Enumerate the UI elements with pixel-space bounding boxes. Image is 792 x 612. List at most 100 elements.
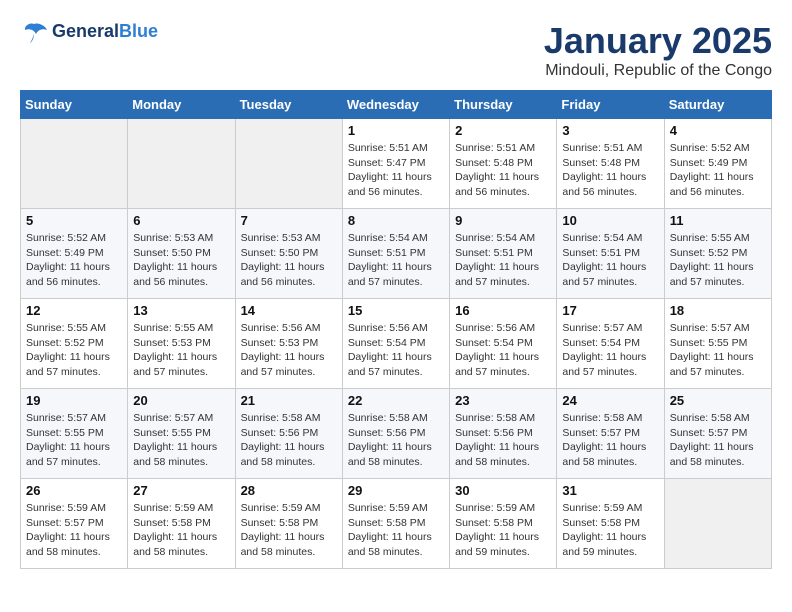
day-number: 10: [562, 213, 658, 228]
calendar-cell: 18 Sunrise: 5:57 AM Sunset: 5:55 PM Dayli…: [664, 299, 771, 389]
month-title: January 2025: [544, 20, 772, 62]
logo: GeneralBlue: [20, 20, 158, 44]
calendar-cell: 1 Sunrise: 5:51 AM Sunset: 5:47 PM Daylig…: [342, 119, 449, 209]
day-info: Sunrise: 5:58 AM Sunset: 5:56 PM Dayligh…: [455, 411, 551, 470]
calendar-cell: 14 Sunrise: 5:56 AM Sunset: 5:53 PM Dayli…: [235, 299, 342, 389]
calendar-cell: [664, 479, 771, 569]
day-number: 27: [133, 483, 229, 498]
calendar-cell: 26Sunrise: 5:59 AM Sunset: 5:57 PM Dayli…: [21, 479, 128, 569]
day-number: 24: [562, 393, 658, 408]
calendar-cell: 19 Sunrise: 5:57 AM Sunset: 5:55 PM Dayli…: [21, 389, 128, 479]
calendar-cell: 31 Sunrise: 5:59 AM Sunset: 5:58 PM Dayli…: [557, 479, 664, 569]
day-info: Sunrise: 5:54 AM Sunset: 5:51 PM Dayligh…: [348, 231, 444, 290]
col-header-thursday: Thursday: [450, 91, 557, 119]
calendar-cell: 20 Sunrise: 5:57 AM Sunset: 5:55 PM Dayli…: [128, 389, 235, 479]
day-number: 19: [26, 393, 122, 408]
location-subtitle: Mindouli, Republic of the Congo: [544, 62, 772, 80]
day-info: Sunrise: 5:55 AM Sunset: 5:53 PM Dayligh…: [133, 321, 229, 380]
calendar-week-row: 12 Sunrise: 5:55 AM Sunset: 5:52 PM Dayli…: [21, 299, 772, 389]
day-number: 8: [348, 213, 444, 228]
calendar-cell: 17 Sunrise: 5:57 AM Sunset: 5:54 PM Dayli…: [557, 299, 664, 389]
day-info: Sunrise: 5:55 AM Sunset: 5:52 PM Dayligh…: [670, 231, 766, 290]
day-info: Sunrise: 5:59 AM Sunset: 5:58 PM Dayligh…: [455, 501, 551, 560]
day-number: 20: [133, 393, 229, 408]
day-number: 14: [241, 303, 337, 318]
day-info: Sunrise: 5:57 AM Sunset: 5:55 PM Dayligh…: [133, 411, 229, 470]
day-info: Sunrise: 5:58 AM Sunset: 5:56 PM Dayligh…: [348, 411, 444, 470]
calendar-cell: 9 Sunrise: 5:54 AM Sunset: 5:51 PM Daylig…: [450, 209, 557, 299]
day-info: Sunrise: 5:57 AM Sunset: 5:55 PM Dayligh…: [26, 411, 122, 470]
col-header-saturday: Saturday: [664, 91, 771, 119]
day-number: 9: [455, 213, 551, 228]
day-info: Sunrise: 5:57 AM Sunset: 5:54 PM Dayligh…: [562, 321, 658, 380]
day-number: 1: [348, 123, 444, 138]
day-info: Sunrise: 5:53 AM Sunset: 5:50 PM Dayligh…: [133, 231, 229, 290]
day-number: 13: [133, 303, 229, 318]
calendar-cell: 13 Sunrise: 5:55 AM Sunset: 5:53 PM Dayli…: [128, 299, 235, 389]
day-info: Sunrise: 5:59 AM Sunset: 5:58 PM Dayligh…: [562, 501, 658, 560]
day-info: Sunrise: 5:56 AM Sunset: 5:53 PM Dayligh…: [241, 321, 337, 380]
calendar-week-row: 26Sunrise: 5:59 AM Sunset: 5:57 PM Dayli…: [21, 479, 772, 569]
calendar-cell: 10 Sunrise: 5:54 AM Sunset: 5:51 PM Dayli…: [557, 209, 664, 299]
day-number: 31: [562, 483, 658, 498]
calendar-cell: 4Sunrise: 5:52 AM Sunset: 5:49 PM Daylig…: [664, 119, 771, 209]
day-number: 12: [26, 303, 122, 318]
calendar-cell: 5 Sunrise: 5:52 AM Sunset: 5:49 PM Daylig…: [21, 209, 128, 299]
calendar-cell: 6 Sunrise: 5:53 AM Sunset: 5:50 PM Daylig…: [128, 209, 235, 299]
title-section: January 2025 Mindouli, Republic of the C…: [544, 20, 772, 80]
calendar-cell: [21, 119, 128, 209]
day-info: Sunrise: 5:56 AM Sunset: 5:54 PM Dayligh…: [348, 321, 444, 380]
day-info: Sunrise: 5:51 AM Sunset: 5:48 PM Dayligh…: [562, 141, 658, 200]
day-info: Sunrise: 5:51 AM Sunset: 5:48 PM Dayligh…: [455, 141, 551, 200]
logo-icon: [20, 20, 48, 44]
day-number: 29: [348, 483, 444, 498]
col-header-wednesday: Wednesday: [342, 91, 449, 119]
day-number: 18: [670, 303, 766, 318]
calendar-cell: 27Sunrise: 5:59 AM Sunset: 5:58 PM Dayli…: [128, 479, 235, 569]
day-info: Sunrise: 5:54 AM Sunset: 5:51 PM Dayligh…: [562, 231, 658, 290]
day-number: 25: [670, 393, 766, 408]
day-info: Sunrise: 5:59 AM Sunset: 5:58 PM Dayligh…: [348, 501, 444, 560]
calendar-cell: [235, 119, 342, 209]
day-info: Sunrise: 5:55 AM Sunset: 5:52 PM Dayligh…: [26, 321, 122, 380]
day-info: Sunrise: 5:53 AM Sunset: 5:50 PM Dayligh…: [241, 231, 337, 290]
calendar-cell: 7 Sunrise: 5:53 AM Sunset: 5:50 PM Daylig…: [235, 209, 342, 299]
day-number: 30: [455, 483, 551, 498]
col-header-tuesday: Tuesday: [235, 91, 342, 119]
calendar-cell: 8 Sunrise: 5:54 AM Sunset: 5:51 PM Daylig…: [342, 209, 449, 299]
day-info: Sunrise: 5:52 AM Sunset: 5:49 PM Dayligh…: [670, 141, 766, 200]
day-number: 28: [241, 483, 337, 498]
calendar-cell: 23 Sunrise: 5:58 AM Sunset: 5:56 PM Dayli…: [450, 389, 557, 479]
logo-text: GeneralBlue: [52, 22, 158, 42]
day-info: Sunrise: 5:57 AM Sunset: 5:55 PM Dayligh…: [670, 321, 766, 380]
day-number: 16: [455, 303, 551, 318]
day-info: Sunrise: 5:58 AM Sunset: 5:56 PM Dayligh…: [241, 411, 337, 470]
day-number: 23: [455, 393, 551, 408]
calendar-cell: 2 Sunrise: 5:51 AM Sunset: 5:48 PM Daylig…: [450, 119, 557, 209]
calendar-cell: 28 Sunrise: 5:59 AM Sunset: 5:58 PM Dayli…: [235, 479, 342, 569]
calendar-cell: 22 Sunrise: 5:58 AM Sunset: 5:56 PM Dayli…: [342, 389, 449, 479]
col-header-monday: Monday: [128, 91, 235, 119]
calendar-cell: 29 Sunrise: 5:59 AM Sunset: 5:58 PM Dayli…: [342, 479, 449, 569]
calendar-cell: 25Sunrise: 5:58 AM Sunset: 5:57 PM Dayli…: [664, 389, 771, 479]
day-number: 2: [455, 123, 551, 138]
page-header: GeneralBlue January 2025 Mindouli, Repub…: [20, 20, 772, 80]
day-number: 15: [348, 303, 444, 318]
calendar-cell: 3Sunrise: 5:51 AM Sunset: 5:48 PM Daylig…: [557, 119, 664, 209]
calendar-table: SundayMondayTuesdayWednesdayThursdayFrid…: [20, 90, 772, 569]
day-number: 7: [241, 213, 337, 228]
calendar-cell: 30 Sunrise: 5:59 AM Sunset: 5:58 PM Dayli…: [450, 479, 557, 569]
calendar-cell: 16 Sunrise: 5:56 AM Sunset: 5:54 PM Dayli…: [450, 299, 557, 389]
day-info: Sunrise: 5:51 AM Sunset: 5:47 PM Dayligh…: [348, 141, 444, 200]
day-number: 6: [133, 213, 229, 228]
day-info: Sunrise: 5:59 AM Sunset: 5:58 PM Dayligh…: [241, 501, 337, 560]
day-number: 22: [348, 393, 444, 408]
day-number: 5: [26, 213, 122, 228]
day-info: Sunrise: 5:54 AM Sunset: 5:51 PM Dayligh…: [455, 231, 551, 290]
day-number: 11: [670, 213, 766, 228]
calendar-header-row: SundayMondayTuesdayWednesdayThursdayFrid…: [21, 91, 772, 119]
day-info: Sunrise: 5:52 AM Sunset: 5:49 PM Dayligh…: [26, 231, 122, 290]
calendar-cell: [128, 119, 235, 209]
day-info: Sunrise: 5:56 AM Sunset: 5:54 PM Dayligh…: [455, 321, 551, 380]
day-number: 17: [562, 303, 658, 318]
